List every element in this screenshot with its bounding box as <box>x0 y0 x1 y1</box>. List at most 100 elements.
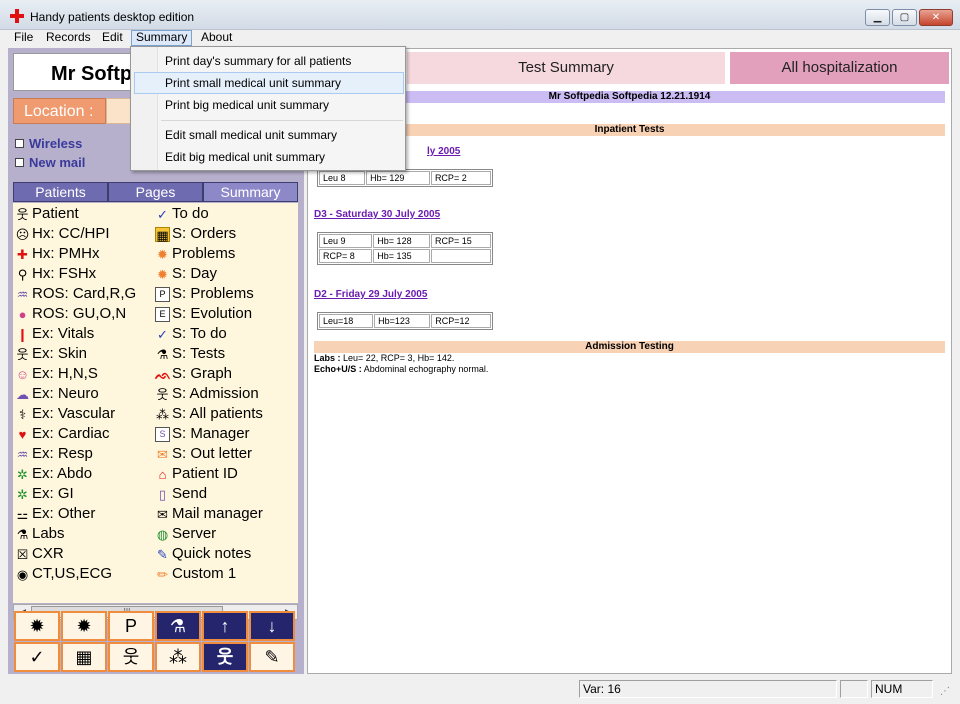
manager-icon: S <box>155 426 170 442</box>
page-item[interactable]: ⚲ Hx: FSHx <box>15 264 96 284</box>
page-item[interactable]: P S: Problems <box>155 284 254 304</box>
page-item[interactable]: ✹ Problems <box>155 244 235 264</box>
page-item[interactable]: ✉ S: Out letter <box>155 444 252 464</box>
page-item[interactable]: ✲ Ex: GI <box>15 484 74 504</box>
day-tool-button[interactable]: ✹ <box>61 611 107 641</box>
page-item[interactable]: ᨒ S: Graph <box>155 364 232 384</box>
day-link-d4[interactable]: ly 2005 <box>427 146 460 157</box>
tests-tool-button[interactable]: ⚗ <box>155 611 201 641</box>
page-item[interactable]: ⚕ Ex: Vascular <box>15 404 115 424</box>
patient-tool-button[interactable]: 웃 <box>202 642 248 672</box>
close-icon[interactable]: ✕ <box>919 9 953 26</box>
page-item[interactable]: ♒ Ex: Resp <box>15 444 93 464</box>
page-item-label: Quick notes <box>172 545 252 562</box>
page-item[interactable]: ✎ Quick notes <box>155 544 251 564</box>
menu-records[interactable]: Records <box>42 30 95 46</box>
page-item[interactable]: ☁ Ex: Neuro <box>15 384 99 404</box>
page-item[interactable]: ✹ S: Day <box>155 264 217 284</box>
p-letter-icon: P <box>155 286 170 302</box>
page-item[interactable]: ✏ Custom 1 <box>155 564 236 584</box>
tab-all-hospitalization[interactable]: All hospitalization <box>730 52 949 84</box>
menu-item-print-day-summary[interactable]: Print day's summary for all patients <box>134 50 404 72</box>
checkbox-icon[interactable] <box>15 138 24 148</box>
arrow-down-tool-button[interactable]: ↓ <box>249 611 295 641</box>
tab-summary[interactable]: Summary <box>203 182 298 202</box>
wireless-checkbox[interactable]: Wireless <box>15 135 82 151</box>
all-patients-tool-button[interactable]: ⁂ <box>155 642 201 672</box>
page-item-label: Ex: Neuro <box>32 385 99 402</box>
page-item-label: S: Out letter <box>172 445 253 462</box>
notes-tool-button[interactable]: ✎ <box>249 642 295 672</box>
day-link-d3[interactable]: D3 - Saturday 30 July 2005 <box>314 209 440 220</box>
page-item[interactable]: ♥ Ex: Cardiac <box>15 424 110 444</box>
lab-table-d3: Leu 9 Hb= 128 RCP= 15 RCP= 8 Hb= 135 <box>317 232 493 265</box>
menu-item-edit-small-unit-summary[interactable]: Edit small medical unit summary <box>134 124 404 146</box>
tab-patients[interactable]: Patients <box>13 182 108 202</box>
menu-item-edit-big-unit-summary[interactable]: Edit big medical unit summary <box>134 146 404 168</box>
menu-item-print-small-unit-summary[interactable]: Print small medical unit summary <box>134 72 404 94</box>
page-item[interactable]: S S: Manager <box>155 424 250 444</box>
page-item[interactable]: ⚗ Labs <box>15 524 65 544</box>
lab-cell: Leu 9 <box>319 234 373 248</box>
page-item[interactable]: ✓ To do <box>155 204 209 224</box>
page-item[interactable]: ◉ CT,US,ECG <box>15 564 112 584</box>
menu-edit[interactable]: Edit <box>98 30 127 46</box>
page-item-label: Custom 1 <box>172 565 237 582</box>
page-item-label: Labs <box>32 525 65 542</box>
new-mail-checkbox[interactable]: New mail <box>15 154 85 170</box>
page-item[interactable]: ✓ S: To do <box>155 324 227 344</box>
page-item-label: S: Manager <box>172 425 250 442</box>
arrow-up-tool-button[interactable]: ↑ <box>202 611 248 641</box>
page-item-label: Patient ID <box>172 465 238 482</box>
page-item[interactable]: ❙ Ex: Vitals <box>15 324 94 344</box>
checkmark-tool-button[interactable]: ✓ <box>14 642 60 672</box>
page-item[interactable]: ☺ Ex: H,N,S <box>15 364 98 384</box>
page-item[interactable]: ▦ S: Orders <box>155 224 236 244</box>
page-item[interactable]: ✚ Hx: PMHx <box>15 244 100 264</box>
page-item[interactable]: 웃 S: Admission <box>155 384 259 404</box>
menu-file[interactable]: File <box>10 30 37 46</box>
sun-tool-button[interactable]: ✹ <box>14 611 60 641</box>
lab-cell: Hb= 128 <box>373 234 430 248</box>
globe-icon: ◍ <box>156 526 169 542</box>
menu-about[interactable]: About <box>197 30 236 46</box>
maximize-icon[interactable]: ▢ <box>892 9 917 26</box>
checkbox-icon[interactable] <box>15 157 24 167</box>
menu-item-print-big-unit-summary[interactable]: Print big medical unit summary <box>134 94 404 116</box>
page-item[interactable]: 웃 Patient <box>15 204 79 224</box>
page-item[interactable]: ● ROS: GU,O,N <box>15 304 127 324</box>
resize-grip-icon[interactable]: ⋰ <box>940 686 950 697</box>
admission-tool-button[interactable]: 웃 <box>108 642 154 672</box>
window-title: Handy patients desktop edition <box>30 10 195 24</box>
vessels-icon: ⚕ <box>18 406 27 422</box>
page-item-label: Send <box>172 485 208 502</box>
page-item[interactable]: ⚍ Ex: Other <box>15 504 96 524</box>
tab-test-summary[interactable]: Test Summary <box>407 52 725 84</box>
summary-dropdown-menu: Print day's summary for all patients Pri… <box>130 46 406 171</box>
page-item-label: Hx: PMHx <box>32 245 100 262</box>
page-item[interactable]: ✉ Mail manager <box>155 504 263 524</box>
tab-pages[interactable]: Pages <box>108 182 203 202</box>
menu-summary[interactable]: Summary <box>131 30 193 46</box>
page-item[interactable]: ⁂ S: All patients <box>155 404 263 424</box>
page-item[interactable]: ☹ Hx: CC/HPI <box>15 224 110 244</box>
page-item-label: Ex: H,N,S <box>32 365 98 382</box>
page-item[interactable]: ▯ Send <box>155 484 207 504</box>
page-item[interactable]: ⚗ S: Tests <box>155 344 225 364</box>
page-item[interactable]: ✲ Ex: Abdo <box>15 464 92 484</box>
minimize-icon[interactable]: ▁ <box>865 9 890 26</box>
p-letter-tool-button[interactable]: P <box>108 611 154 641</box>
page-item[interactable]: ☒ CXR <box>15 544 64 564</box>
orders-grid-tool-button[interactable]: ▦ <box>61 642 107 672</box>
page-item[interactable]: E S: Evolution <box>155 304 252 324</box>
patient-icon: 웃 <box>16 206 29 222</box>
page-item[interactable]: ⌂ Patient ID <box>155 464 238 484</box>
page-item[interactable]: 웃 Ex: Skin <box>15 344 88 364</box>
page-item-label: Ex: Skin <box>32 345 88 362</box>
page-item-label: S: All patients <box>172 405 263 422</box>
page-item[interactable]: ♒ ROS: Card,R,G <box>15 284 137 304</box>
p-letter-icon: P <box>124 616 137 636</box>
labs-label: Labs : <box>314 353 341 363</box>
day-link-d2[interactable]: D2 - Friday 29 July 2005 <box>314 289 427 300</box>
page-item[interactable]: ◍ Server <box>155 524 216 544</box>
